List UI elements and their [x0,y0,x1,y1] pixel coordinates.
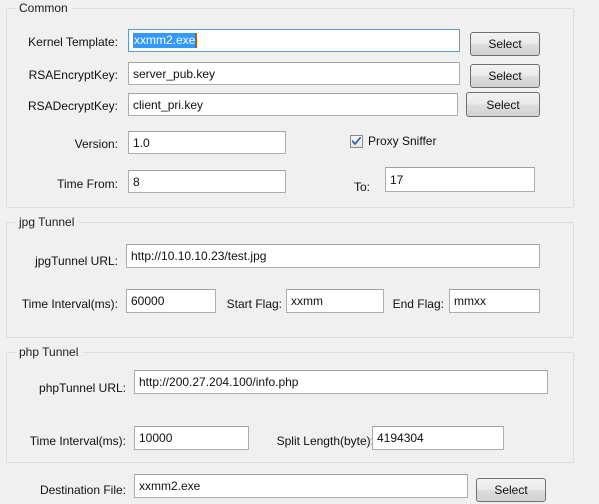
version-input[interactable] [128,131,286,154]
end-flag-input[interactable] [449,289,540,313]
label-php-tunnel-url: phpTunnel URL: [39,381,126,395]
group-jpg-tunnel-title: jpg Tunnel [15,215,79,229]
start-flag-input[interactable] [286,289,384,313]
split-length-input[interactable] [372,426,504,450]
label-split-length: Split Length(byte): [276,434,374,448]
checkbox-checked-icon [350,134,363,148]
label-php-time-interval: Time Interval(ms): [29,434,126,448]
label-version: Version: [74,137,118,151]
label-end-flag: End Flag: [392,297,444,311]
php-tunnel-url-input[interactable] [134,370,548,394]
jpg-tunnel-url-input[interactable] [126,244,540,268]
select-rsa-decrypt-key-button[interactable]: Select [466,92,540,117]
group-common-title: Common [15,1,72,15]
label-rsa-decrypt-key: RSADecryptKey: [27,99,118,113]
select-rsa-encrypt-key-button[interactable]: Select [470,64,540,88]
label-start-flag: Start Flag: [226,297,282,311]
php-time-interval-input[interactable] [134,426,249,450]
kernel-template-input[interactable]: xxmm2.exe [128,29,460,52]
select-destination-file-button[interactable]: Select [476,478,546,502]
destination-file-input[interactable] [134,474,468,498]
proxy-sniffer-checkbox[interactable]: Proxy Sniffer [350,134,436,148]
label-kernel-template: Kernel Template: [28,35,118,49]
label-destination-file: Destination File: [39,483,126,497]
text-caret [195,33,198,48]
proxy-sniffer-label: Proxy Sniffer [368,134,437,148]
label-time-to: To: [353,180,370,194]
rsa-encrypt-key-input[interactable] [128,62,460,85]
time-to-input[interactable] [385,167,535,192]
rsa-decrypt-key-input[interactable] [128,93,458,116]
group-jpg-tunnel: jpg Tunnel [6,215,574,338]
jpg-time-interval-input[interactable] [126,289,216,313]
select-kernel-template-button[interactable]: Select [470,32,540,56]
label-jpg-tunnel-url: jpgTunnel URL: [35,254,118,268]
kernel-template-selected-text: xxmm2.exe [133,33,196,48]
label-jpg-time-interval: Time Interval(ms): [21,297,118,311]
group-php-tunnel-title: php Tunnel [15,345,83,359]
label-time-from: Time From: [57,177,118,191]
label-rsa-encrypt-key: RSAEncryptKey: [28,68,118,82]
time-from-input[interactable] [128,170,286,193]
